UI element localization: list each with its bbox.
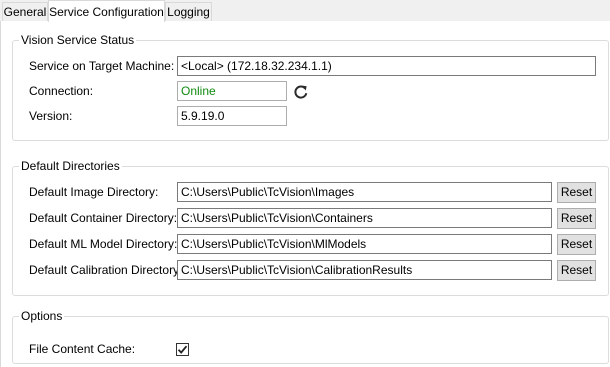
reset-image-directory-button[interactable]: Reset xyxy=(557,182,596,203)
vision-service-status-group: Vision Service Status Service on Target … xyxy=(12,32,609,141)
reset-calibration-directory-button[interactable]: Reset xyxy=(557,260,596,281)
file-content-cache-label: File Content Cache: xyxy=(29,342,136,356)
target-machine-field[interactable] xyxy=(177,56,596,76)
version-field: 5.9.19.0 xyxy=(177,106,287,126)
connection-status-field: Online xyxy=(177,81,287,101)
tab-service-configuration[interactable]: Service Configuration xyxy=(48,0,165,22)
checkmark-icon xyxy=(177,345,188,354)
connection-label: Connection: xyxy=(29,84,94,98)
file-content-cache-checkbox[interactable] xyxy=(176,343,189,356)
version-label: Version: xyxy=(29,109,73,123)
tab-panel-service-configuration: Vision Service Status Service on Target … xyxy=(0,21,610,367)
options-group: Options File Content Cache: xyxy=(12,308,609,364)
container-directory-label: Default Container Directory: xyxy=(29,211,178,225)
ml-model-directory-field[interactable] xyxy=(177,234,552,254)
tab-strip: General Service Configuration Logging xyxy=(0,0,610,22)
default-directories-group: Default Directories Default Image Direct… xyxy=(12,158,609,296)
container-directory-field[interactable] xyxy=(177,208,552,228)
target-machine-label: Service on Target Machine: xyxy=(29,59,175,73)
tab-general[interactable]: General xyxy=(2,2,48,21)
image-directory-label: Default Image Directory: xyxy=(29,185,159,199)
options-title: Options xyxy=(19,308,65,324)
tab-logging[interactable]: Logging xyxy=(165,2,212,21)
calibration-directory-label: Default Calibration Directory: xyxy=(29,263,183,277)
reset-ml-model-directory-button[interactable]: Reset xyxy=(557,234,596,255)
calibration-directory-field[interactable] xyxy=(177,260,552,280)
image-directory-field[interactable] xyxy=(177,182,552,202)
default-directories-title: Default Directories xyxy=(19,158,122,174)
ml-model-directory-label: Default ML Model Directory: xyxy=(29,237,178,251)
vision-service-status-title: Vision Service Status xyxy=(19,32,137,48)
reset-container-directory-button[interactable]: Reset xyxy=(557,208,596,229)
refresh-icon[interactable] xyxy=(293,84,309,100)
